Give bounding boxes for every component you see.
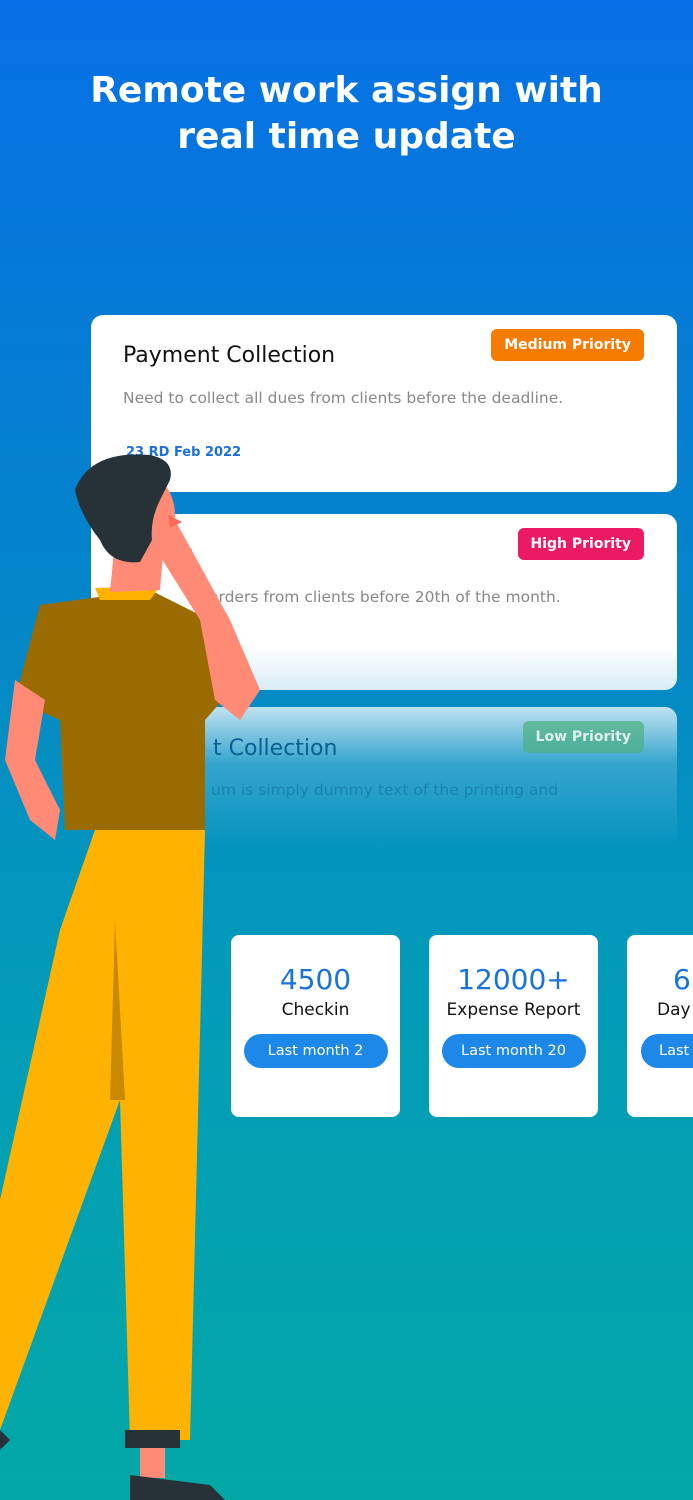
priority-badge: Low Priority xyxy=(522,721,644,753)
last-month-button[interactable]: Last month 2 xyxy=(243,1034,388,1068)
last-month-button[interactable]: Last month 20 xyxy=(441,1034,586,1068)
task-description: orders from clients before 20th of the m… xyxy=(209,588,561,606)
stat-card-expense: 12000+ Expense Report Last month 20 xyxy=(429,935,598,1117)
headline: Remote work assign with real time update xyxy=(90,70,603,157)
priority-badge: Medium Priority xyxy=(491,329,644,361)
task-title: Payment Collection xyxy=(123,343,336,368)
priority-badge: High Priority xyxy=(517,528,644,560)
stat-value: 6 xyxy=(673,963,691,996)
last-month-button[interactable]: Last xyxy=(641,1034,693,1068)
task-description: Need to collect all dues from clients be… xyxy=(123,389,564,407)
task-description: um is simply dummy text of the printing … xyxy=(211,781,559,799)
stat-label: Day xyxy=(657,1000,691,1020)
stat-label: Expense Report xyxy=(446,1000,581,1020)
stat-card-day: 6 Day Last xyxy=(627,935,693,1117)
person-illustration xyxy=(0,454,260,1500)
stat-value: 12000+ xyxy=(457,963,570,996)
